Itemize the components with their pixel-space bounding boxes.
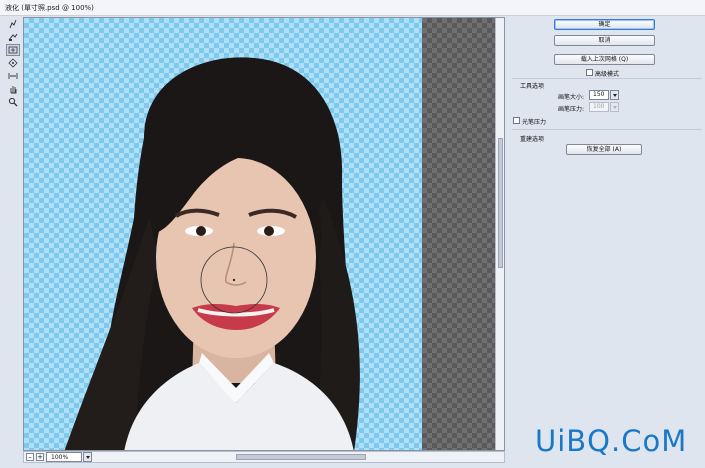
portrait-photo bbox=[64, 57, 360, 450]
preview-canvas[interactable] bbox=[23, 17, 505, 451]
zoom-dropdown-button[interactable] bbox=[83, 452, 92, 462]
advanced-mode-checkbox[interactable] bbox=[586, 69, 593, 76]
liquify-toolbar bbox=[4, 16, 22, 111]
bloat-tool-icon[interactable] bbox=[6, 57, 20, 69]
zoom-level-field[interactable]: 100% bbox=[46, 452, 82, 462]
stylus-pressure-checkbox[interactable] bbox=[513, 117, 520, 124]
brush-pressure-label: 画笔压力: bbox=[558, 106, 585, 113]
brush-size-field[interactable]: 150 bbox=[589, 90, 609, 100]
vertical-scroll-thumb[interactable] bbox=[498, 138, 503, 268]
brush-size-dropdown-button[interactable] bbox=[610, 90, 619, 100]
zoom-out-button[interactable]: – bbox=[26, 453, 34, 461]
cancel-button[interactable]: 取消 bbox=[554, 35, 655, 46]
zoom-in-button[interactable]: + bbox=[36, 453, 44, 461]
forward-warp-tool-icon[interactable] bbox=[6, 18, 20, 30]
tool-options-heading: 工具选项 bbox=[520, 83, 545, 90]
divider bbox=[512, 78, 702, 79]
hand-tool-icon[interactable] bbox=[6, 83, 20, 95]
reconstruct-options-heading: 重建选项 bbox=[520, 136, 545, 143]
load-last-mesh-button[interactable]: 载入上次网格 (Q) bbox=[554, 54, 655, 65]
restore-all-button[interactable]: 恢复全部 (A) bbox=[566, 144, 642, 155]
brush-pressure-field[interactable]: 100 bbox=[589, 102, 609, 112]
reconstruct-tool-icon[interactable] bbox=[6, 31, 20, 43]
title-bar: 液化 (單寸照.psd @ 100%) bbox=[0, 0, 705, 16]
canvas-backdrop bbox=[422, 18, 495, 450]
window-title: 液化 (單寸照.psd @ 100%) bbox=[5, 4, 94, 12]
vertical-scrollbar[interactable] bbox=[495, 18, 504, 450]
zoom-bar: – + 100% bbox=[23, 451, 505, 463]
divider bbox=[512, 129, 702, 130]
brush-size-label: 画笔大小: bbox=[558, 94, 585, 101]
push-left-tool-icon[interactable] bbox=[6, 70, 20, 82]
ok-button[interactable]: 确定 bbox=[554, 19, 655, 30]
zoom-tool-icon[interactable] bbox=[6, 96, 20, 108]
options-panel: 确定 取消 载入上次网格 (Q) 高级模式 工具选项 画笔大小: 150 画笔压… bbox=[510, 16, 705, 468]
stylus-pressure-label: 光笔压力 bbox=[522, 119, 547, 126]
watermark-logo: UiBQ.CoM bbox=[535, 424, 688, 458]
pucker-tool-icon[interactable] bbox=[6, 44, 20, 56]
advanced-mode-label: 高级模式 bbox=[595, 71, 620, 78]
horizontal-scroll-thumb[interactable] bbox=[236, 454, 366, 460]
brush-pressure-dropdown-button[interactable] bbox=[610, 102, 619, 112]
